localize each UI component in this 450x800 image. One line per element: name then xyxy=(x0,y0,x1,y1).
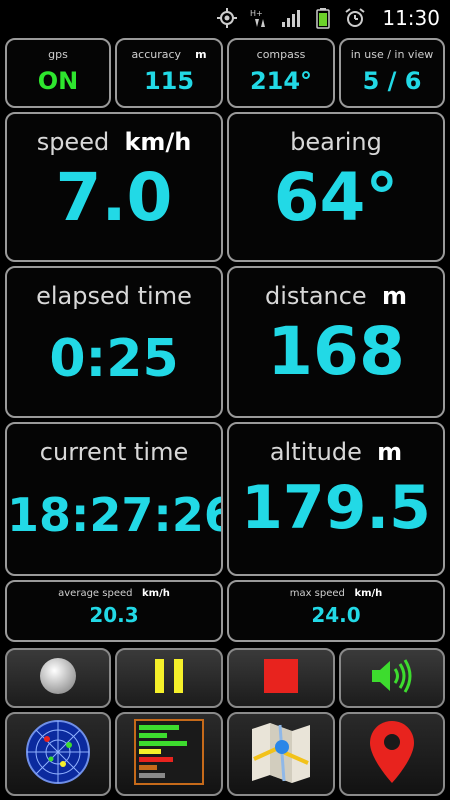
location-pin-icon xyxy=(367,719,417,789)
compass-label: compass xyxy=(256,48,306,61)
gps-status-tile: gps ON xyxy=(5,38,111,108)
location-button[interactable] xyxy=(339,712,445,796)
signal-icon xyxy=(280,7,302,29)
altitude-value: 179.5 xyxy=(241,473,431,543)
speed-label: speed xyxy=(36,128,110,156)
elapsed-time-label: elapsed time xyxy=(36,282,192,310)
average-speed-label: average speed xyxy=(58,588,133,599)
compass-tile: compass 214° xyxy=(227,38,335,108)
average-speed-unit: km/h xyxy=(142,588,170,599)
current-time-tile: current time 18:27:26 xyxy=(5,422,223,576)
bearing-value: 64° xyxy=(273,159,399,236)
max-speed-value: 24.0 xyxy=(311,603,361,627)
max-speed-label: max speed xyxy=(289,588,345,599)
speaker-icon xyxy=(368,656,416,700)
satellites-tile: in use / in view 5 / 6 xyxy=(339,38,445,108)
gps-label: gps xyxy=(48,48,68,61)
stop-button[interactable] xyxy=(227,648,335,708)
elapsed-time-tile: elapsed time 0:25 xyxy=(5,266,223,418)
gps-value: ON xyxy=(37,67,79,95)
max-speed-tile: max speed km/h 24.0 xyxy=(227,580,445,642)
distance-unit: m xyxy=(381,282,407,310)
radar-view-button[interactable] xyxy=(5,712,111,796)
map-icon xyxy=(246,719,316,789)
pause-icon xyxy=(149,656,189,700)
distance-label: distance xyxy=(265,282,367,310)
average-speed-tile: average speed km/h 20.3 xyxy=(5,580,223,642)
satellites-value: 5 / 6 xyxy=(362,67,422,95)
pause-button[interactable] xyxy=(115,648,223,708)
sound-toggle-button[interactable] xyxy=(339,648,445,708)
status-time: 11:30 xyxy=(382,6,440,30)
altitude-unit: m xyxy=(377,438,403,466)
distance-value: 168 xyxy=(267,313,405,390)
speed-unit: km/h xyxy=(124,128,192,156)
altitude-tile: altitude m 179.5 xyxy=(227,422,445,576)
svg-text:H+: H+ xyxy=(250,9,263,18)
altitude-label: altitude xyxy=(269,438,362,466)
accuracy-value: 115 xyxy=(143,67,195,95)
elapsed-time-value: 0:25 xyxy=(49,329,179,389)
satellite-bars-icon xyxy=(134,719,204,789)
compass-value: 214° xyxy=(249,67,313,95)
max-speed-unit: km/h xyxy=(354,588,383,599)
speed-value: 7.0 xyxy=(55,159,173,236)
gps-icon xyxy=(216,7,238,29)
satellite-signal-button[interactable] xyxy=(115,712,223,796)
accuracy-tile: accuracy m 115 xyxy=(115,38,223,108)
battery-icon xyxy=(312,7,334,29)
current-time-label: current time xyxy=(39,438,189,466)
record-button[interactable] xyxy=(5,648,111,708)
accuracy-unit: m xyxy=(195,48,207,61)
bearing-label: bearing xyxy=(290,128,382,156)
speed-tile: speed km/h 7.0 xyxy=(5,112,223,262)
radar-icon xyxy=(25,719,91,789)
accuracy-label: accuracy xyxy=(131,48,182,61)
distance-tile: distance m 168 xyxy=(227,266,445,418)
record-icon xyxy=(38,656,78,700)
map-button[interactable] xyxy=(227,712,335,796)
stop-icon xyxy=(261,656,301,700)
satellites-label: in use / in view xyxy=(350,48,434,61)
status-bar: H+ 11:30 xyxy=(0,0,450,36)
alarm-icon xyxy=(344,7,366,29)
data-transfer-icon: H+ xyxy=(248,7,270,29)
bearing-tile: bearing 64° xyxy=(227,112,445,262)
average-speed-value: 20.3 xyxy=(89,603,139,627)
current-time-value: 18:27:26 xyxy=(7,488,223,542)
